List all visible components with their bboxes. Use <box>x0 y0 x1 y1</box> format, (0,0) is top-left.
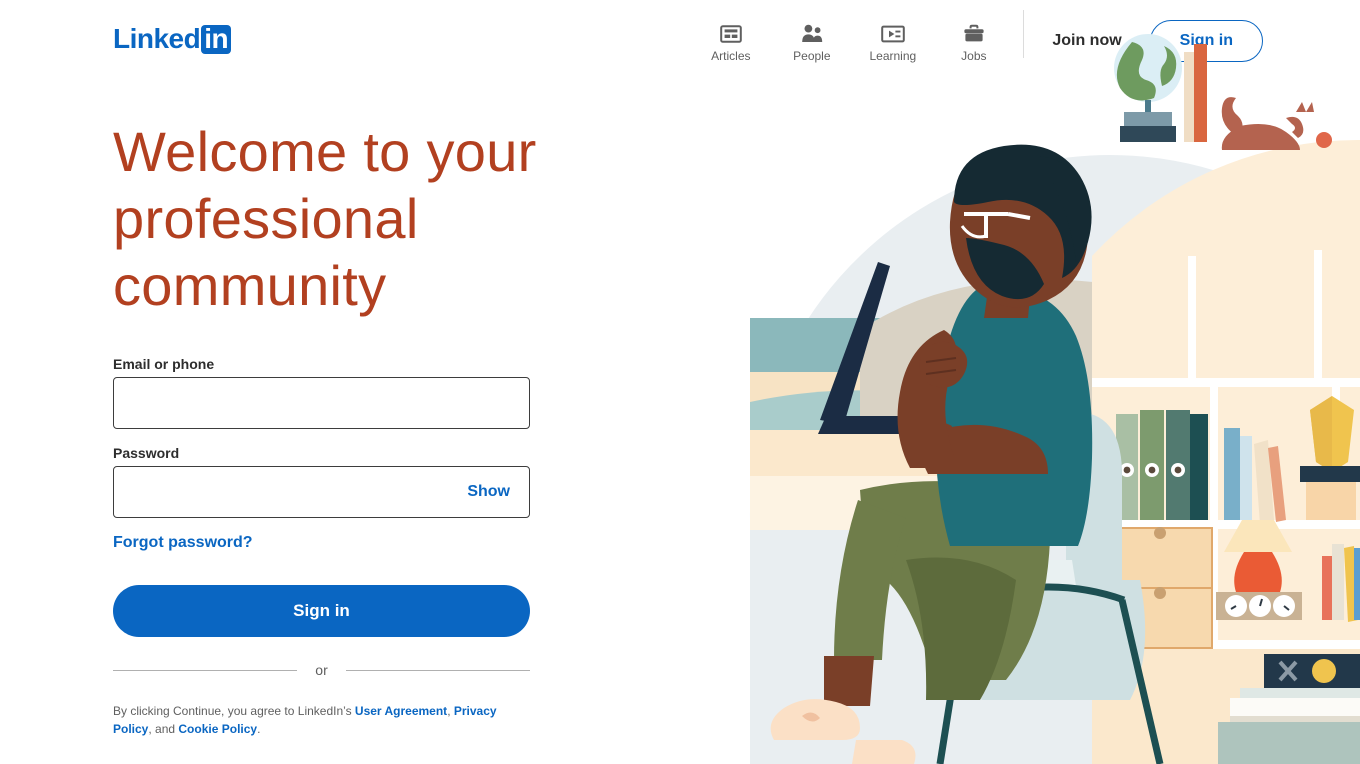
forgot-password-link[interactable]: Forgot password? <box>113 534 253 552</box>
field-spacer <box>113 429 530 445</box>
legal-text: By clicking Continue, you agree to Linke… <box>113 702 533 738</box>
or-label: or <box>315 662 328 678</box>
articles-icon <box>720 21 742 47</box>
legal-sep-1: , <box>447 704 454 718</box>
or-line-left <box>113 669 298 671</box>
linkedin-login-page: Linked in Articles People Learning Jobs … <box>0 0 1360 764</box>
email-input-wrap <box>113 377 530 429</box>
or-line-right <box>345 669 531 671</box>
or-divider: or <box>113 662 531 678</box>
user-agreement-link[interactable]: User Agreement <box>355 704 447 718</box>
page-headline: Welcome to your professional community <box>113 120 537 317</box>
logo-wordmark: Linked <box>113 23 201 55</box>
sign-in-submit-button[interactable]: Sign in <box>113 585 530 637</box>
email-label: Email or phone <box>113 356 215 372</box>
legal-prefix: By clicking Continue, you agree to Linke… <box>113 704 355 718</box>
password-label: Password <box>113 445 180 461</box>
logo-in-badge: in <box>201 24 232 54</box>
cookie-policy-link[interactable]: Cookie Policy <box>178 722 257 736</box>
person-working-on-laptop-illustration <box>740 0 1360 764</box>
legal-suffix: . <box>257 722 261 736</box>
password-input-wrap: Show <box>113 466 530 518</box>
linkedin-logo[interactable]: Linked in <box>113 23 232 55</box>
legal-sep-2: , and <box>148 722 179 736</box>
sign-in-form: Email or phone Password Show Forgot pass… <box>113 356 533 738</box>
email-input[interactable] <box>113 377 530 429</box>
show-password-button[interactable]: Show <box>463 479 514 505</box>
